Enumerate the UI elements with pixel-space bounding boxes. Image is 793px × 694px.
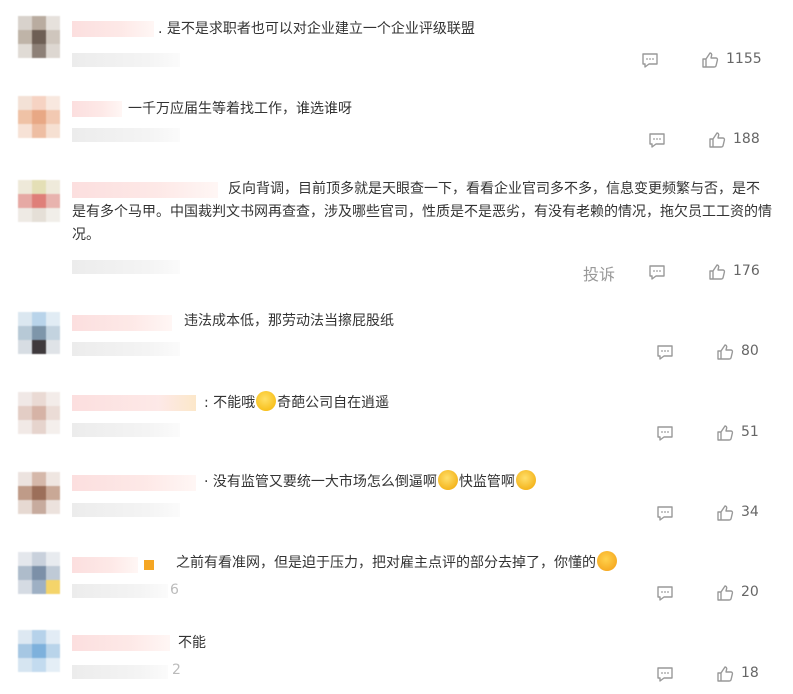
like-count: 34: [741, 504, 759, 520]
comment-body: 反向背调，目前顶多就是天眼查一下，看看企业官司多不多，信息变更频繁与否，是不是有…: [72, 181, 772, 243]
comment-body-cont: 奇葩公司自在逍遥: [277, 395, 390, 411]
comment-meta: [72, 53, 180, 67]
crying-emoji-icon: [515, 470, 536, 490]
comment-actions: 1155: [633, 50, 793, 70]
smile-emoji-icon: [256, 391, 277, 411]
avatar[interactable]: [18, 16, 60, 58]
avatar[interactable]: [18, 630, 60, 672]
comment-icon[interactable]: [640, 50, 660, 70]
comment-body: 是不是求职者也可以对企业建立一个企业评级联盟: [166, 21, 475, 37]
avatar[interactable]: [18, 472, 60, 514]
comment-body: 不能: [178, 635, 206, 651]
comment-icon[interactable]: [655, 503, 675, 523]
thumbs-up-icon[interactable]: [707, 130, 727, 150]
comment-actions: 投诉 176: [583, 261, 793, 285]
username[interactable]: [72, 21, 154, 37]
thumbs-up-icon[interactable]: [715, 342, 735, 362]
comment-text: 不能: [178, 632, 206, 655]
comment-body: 之前有看准网，但是迫于压力，把对雇主点评的部分去掉了，你懂的: [176, 555, 596, 571]
comment-body: 违法成本低，那劳动法当擦屁股纸: [184, 313, 394, 329]
comment-body: 一千万应届生等着找工作，谁选谁呀: [128, 101, 352, 117]
comment-icon[interactable]: [655, 664, 675, 684]
avatar[interactable]: [18, 392, 60, 434]
comment-body: 不能哦: [213, 395, 256, 411]
comment-text: . 是不是求职者也可以对企业建立一个企业评级联盟: [158, 18, 475, 41]
comment-meta: [72, 260, 180, 274]
username[interactable]: [72, 635, 170, 651]
comment-body-cont: 快监管啊: [458, 474, 515, 490]
avatar[interactable]: [18, 312, 60, 354]
comment-icon[interactable]: [655, 583, 675, 603]
comment-icon[interactable]: [647, 262, 667, 282]
comment-actions: 18: [633, 664, 793, 684]
comment-meta: [72, 665, 168, 679]
comment-body: 没有监管又要统一大市场怎么倒逼啊: [212, 474, 437, 490]
comment-text: 反向背调，目前顶多就是天眼查一下，看看企业官司多不多，信息变更频繁与否，是不是有…: [72, 178, 772, 247]
comment-text: 违法成本低，那劳动法当擦屁股纸: [184, 310, 394, 333]
like-count: 188: [733, 131, 760, 147]
comment-text: : 不能哦 奇葩公司自在逍遥: [204, 391, 389, 415]
thumbs-up-icon[interactable]: [715, 664, 735, 684]
username[interactable]: [72, 475, 196, 491]
comment-actions: 80: [633, 342, 793, 362]
like-count: 20: [741, 584, 759, 600]
comment-meta-char: 6: [170, 582, 179, 598]
comment-meta: [72, 503, 180, 517]
comment-meta: [72, 584, 168, 598]
avatar[interactable]: [18, 552, 60, 594]
username[interactable]: [72, 101, 122, 117]
comment-meta: [72, 128, 180, 142]
text-prefix: .: [158, 21, 163, 37]
comment-meta: [72, 342, 180, 356]
like-count: 51: [741, 424, 759, 440]
comment-text: · 没有监管又要统一大市场怎么倒逼啊 快监管啊: [204, 470, 537, 494]
like-count: 176: [733, 263, 760, 279]
grin-emoji-icon: [597, 551, 617, 571]
thumbs-up-icon[interactable]: [715, 503, 735, 523]
crying-emoji-icon: [437, 470, 458, 490]
comment-text: 之前有看准网，但是迫于压力，把对雇主点评的部分去掉了，你懂的: [176, 551, 618, 575]
comment-icon[interactable]: [647, 130, 667, 150]
like-count: 18: [741, 665, 759, 681]
comment-meta-char: 2: [172, 662, 181, 678]
comment-icon[interactable]: [655, 342, 675, 362]
thumbs-up-icon[interactable]: [700, 50, 720, 70]
comment-actions: 20: [633, 583, 793, 603]
username[interactable]: [72, 557, 138, 573]
comment-text: 一千万应届生等着找工作，谁选谁呀: [128, 98, 352, 121]
username[interactable]: [72, 395, 196, 411]
comment-actions: 51: [633, 423, 793, 443]
comment-actions: 188: [633, 130, 793, 150]
text-prefix: ·: [204, 474, 209, 490]
like-count: 1155: [726, 51, 762, 67]
comment-icon[interactable]: [655, 423, 675, 443]
text-prefix: :: [204, 395, 209, 411]
like-count: 80: [741, 343, 759, 359]
thumbs-up-icon[interactable]: [715, 423, 735, 443]
comment-meta: [72, 423, 180, 437]
username[interactable]: [72, 315, 172, 331]
comment-actions: 34: [633, 503, 793, 523]
avatar[interactable]: [18, 180, 60, 222]
report-button[interactable]: 投诉: [583, 261, 615, 285]
thumbs-up-icon[interactable]: [715, 583, 735, 603]
user-badge-icon: [144, 560, 154, 570]
thumbs-up-icon[interactable]: [707, 262, 727, 282]
avatar[interactable]: [18, 96, 60, 138]
